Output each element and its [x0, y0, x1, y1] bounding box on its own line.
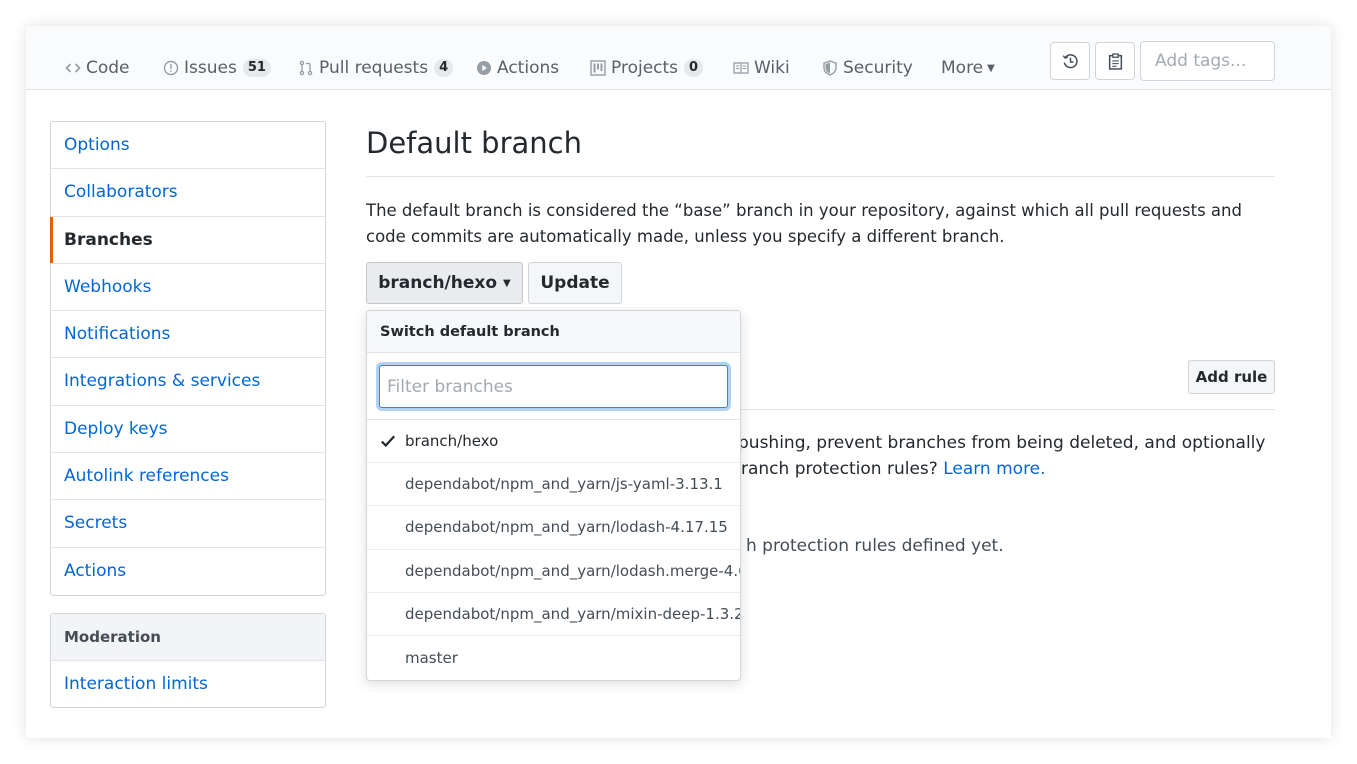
- learn-more-link[interactable]: Learn more.: [943, 459, 1045, 479]
- tab-actions[interactable]: Actions: [475, 56, 559, 80]
- clock-icon: [1062, 53, 1079, 70]
- branch-option-lodash-merge[interactable]: dependabot/npm_and_yarn/lodash.merge-4.6…: [367, 550, 740, 593]
- switch-branch-dropdown: Switch default branch branch/hexo depend…: [366, 310, 741, 681]
- tab-more[interactable]: More ▼: [941, 56, 995, 80]
- default-branch-description: The default branch is considered the “ba…: [366, 201, 1242, 246]
- tab-label: Pull requests: [319, 58, 429, 78]
- branch-option-js-yaml[interactable]: dependabot/npm_and_yarn/js-yaml-3.13.1: [367, 463, 740, 507]
- branch-option-label: dependabot/npm_and_yarn/lodash-4.17.15: [405, 518, 728, 537]
- add-rule-button[interactable]: Add rule: [1188, 360, 1275, 394]
- branch-select-label: branch/hexo: [378, 273, 498, 293]
- branch-option-label: dependabot/npm_and_yarn/js-yaml-3.13.1: [405, 475, 723, 494]
- tab-projects[interactable]: Projects 0: [589, 56, 704, 80]
- branch-option-label: branch/hexo: [405, 432, 499, 451]
- branch-option-label: master: [405, 648, 458, 667]
- filter-wrap: [367, 353, 740, 420]
- moderation-menu: Moderation Interaction limits: [50, 613, 326, 708]
- issue-icon: [162, 59, 180, 77]
- tab-code[interactable]: Code: [64, 56, 130, 80]
- tab-pull-requests[interactable]: Pull requests 4: [297, 56, 454, 80]
- tab-label: Security: [843, 58, 913, 78]
- projects-counter: 0: [684, 59, 704, 77]
- settings-menu: Options Collaborators Branches Webhooks …: [50, 121, 326, 596]
- pull-request-icon: [297, 59, 315, 77]
- sidebar-item-autolink-references[interactable]: Autolink references: [51, 453, 325, 501]
- dropdown-header: Switch default branch: [367, 311, 740, 353]
- sidebar-item-deploy-keys[interactable]: Deploy keys: [51, 406, 325, 454]
- caret-down-icon: ▼: [987, 62, 995, 74]
- tab-issues[interactable]: Issues 51: [162, 56, 271, 80]
- clipboard-icon: [1107, 52, 1124, 70]
- sidebar-item-notifications[interactable]: Notifications: [51, 311, 325, 359]
- update-button[interactable]: Update: [528, 262, 622, 304]
- add-tags-input[interactable]: [1140, 41, 1275, 81]
- sidebar-item-interaction-limits[interactable]: Interaction limits: [51, 661, 325, 707]
- branch-select-button[interactable]: branch/hexo ▼: [366, 262, 523, 304]
- branch-option-branch-hexo[interactable]: branch/hexo: [367, 420, 740, 464]
- tab-label: Wiki: [754, 58, 790, 78]
- moderation-heading: Moderation: [51, 614, 325, 661]
- branch-option-label: dependabot/npm_and_yarn/lodash.merge-4.6…: [405, 561, 741, 580]
- filter-branches-input[interactable]: [379, 365, 728, 408]
- settings-page: Code Issues 51 Pull requests 4 Actions P…: [26, 26, 1331, 738]
- history-button[interactable]: [1050, 42, 1090, 80]
- shield-icon: [821, 59, 839, 77]
- caret-down-icon: ▼: [503, 277, 511, 289]
- play-icon: [475, 59, 493, 77]
- clipboard-button[interactable]: [1095, 42, 1135, 80]
- sidebar-item-branches[interactable]: Branches: [50, 216, 325, 264]
- project-icon: [589, 59, 607, 77]
- sidebar-item-collaborators[interactable]: Collaborators: [51, 169, 325, 217]
- tab-label: Code: [86, 58, 130, 78]
- branch-option-master[interactable]: master: [367, 636, 740, 679]
- tab-label: Actions: [497, 58, 560, 78]
- sidebar-item-options[interactable]: Options: [51, 122, 325, 170]
- book-icon: [732, 59, 750, 77]
- branch-option-mixin-deep[interactable]: dependabot/npm_and_yarn/mixin-deep-1.3.2: [367, 593, 740, 636]
- branch-option-label: dependabot/npm_and_yarn/mixin-deep-1.3.2: [405, 604, 741, 623]
- sidebar-item-secrets[interactable]: Secrets: [51, 500, 325, 548]
- title-divider: [366, 176, 1275, 177]
- pull-requests-counter: 4: [434, 59, 454, 77]
- branch-option-lodash[interactable]: dependabot/npm_and_yarn/lodash-4.17.15: [367, 506, 740, 550]
- tab-label: More: [941, 58, 984, 78]
- check-icon: [379, 432, 397, 450]
- tab-label: Issues: [184, 58, 237, 78]
- code-icon: [64, 59, 82, 77]
- page-title: Default branch: [366, 126, 582, 160]
- repo-nav: Code Issues 51 Pull requests 4 Actions P…: [26, 26, 1331, 90]
- sidebar-item-integrations[interactable]: Integrations & services: [51, 358, 325, 406]
- protection-text: ranch protection rules?: [741, 459, 938, 479]
- tab-security[interactable]: Security: [821, 56, 913, 80]
- tab-label: Projects: [611, 58, 679, 78]
- sidebar-item-actions[interactable]: Actions: [51, 548, 325, 595]
- tab-wiki[interactable]: Wiki: [732, 56, 790, 80]
- sidebar-item-webhooks[interactable]: Webhooks: [51, 264, 325, 312]
- issues-counter: 51: [242, 59, 271, 77]
